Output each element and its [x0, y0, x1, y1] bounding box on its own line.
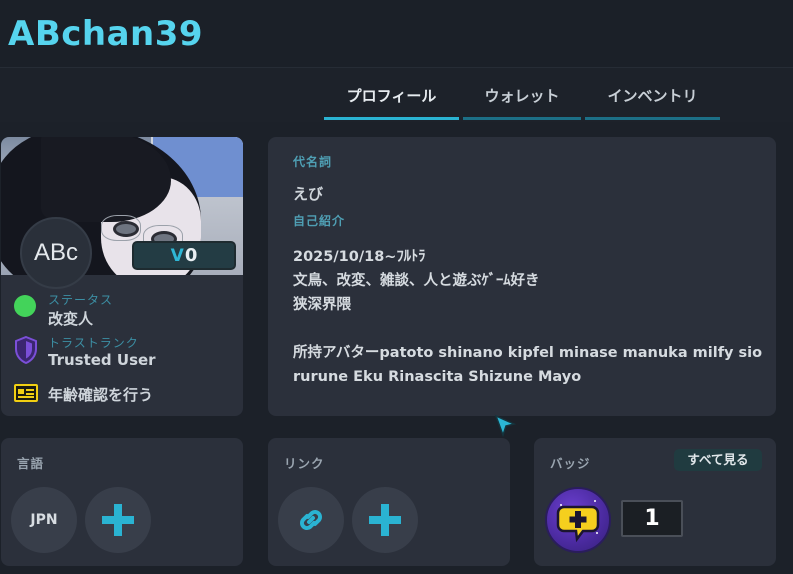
status-value: 改変人 [48, 310, 94, 328]
chat-plus-badge-icon[interactable] [545, 487, 611, 553]
languages-card: 言語 JPN [1, 438, 243, 566]
trust-value: Trusted User [48, 351, 156, 369]
shield-icon [15, 336, 37, 364]
plus-icon [102, 504, 134, 536]
badges-title: バッジ [550, 457, 591, 471]
tab-wallet[interactable]: ウォレット [463, 68, 581, 122]
pronoun-value: えび [293, 185, 324, 203]
status-text-block: ステータス 改変人 [48, 291, 113, 329]
language-chip-label: JPN [30, 512, 58, 528]
tab-inventory-underline [585, 117, 720, 120]
chain-link-icon [300, 510, 322, 530]
portrait-fringe [41, 137, 171, 222]
pronoun-label: 代名詞 [293, 155, 333, 169]
tab-wallet-underline [463, 117, 581, 120]
languages-title: 言語 [17, 457, 45, 471]
intro-text: 2025/10/18~ﾌﾙﾄﾗ 文鳥、改変、雑談、人と遊ぶｹﾞｰﾑ好き 狭深界隈… [293, 249, 763, 385]
speech-bubble-plus-icon [556, 500, 600, 543]
tab-inventory-label: インベントリ [607, 87, 698, 105]
tab-inventory[interactable]: インベントリ [585, 68, 720, 122]
intro-label: 自己紹介 [293, 214, 346, 228]
badge-count: 1 [621, 500, 683, 537]
plus-icon [369, 504, 401, 536]
profile-page: ABchan39 プロフィール ウォレット インベントリ ABc V0 ステータ… [0, 0, 793, 574]
tab-profile-label: プロフィール [346, 87, 437, 105]
see-all-badges-button[interactable]: すべて見る [674, 449, 762, 471]
links-title: リンク [284, 457, 325, 471]
tab-bar: プロフィール ウォレット インベントリ [0, 68, 793, 122]
portrait-glasses-left [101, 215, 141, 241]
currency-balance[interactable]: V0 [132, 241, 236, 270]
link-item-button[interactable] [278, 487, 344, 553]
id-card-icon [14, 384, 38, 402]
age-verify-link[interactable]: 年齢確認を行う [48, 384, 153, 405]
bio-card: 代名詞 えび 自己紹介 2025/10/18~ﾌﾙﾄﾗ 文鳥、改変、雑談、人と遊… [268, 137, 776, 416]
currency-v-icon: V [170, 246, 184, 266]
profile-header: ABchan39 [0, 0, 793, 68]
add-language-button[interactable] [85, 487, 151, 553]
badges-card: バッジ すべて見る 1 [534, 438, 776, 566]
tab-wallet-label: ウォレット [484, 87, 560, 105]
links-card: リンク [268, 438, 510, 566]
username: ABchan39 [8, 14, 204, 54]
language-chip-jpn[interactable]: JPN [11, 487, 77, 553]
tab-profile-underline [324, 117, 459, 120]
balance-value: 0 [184, 245, 198, 266]
avatar-initials[interactable]: ABc [20, 217, 92, 289]
trust-label: トラストランク [48, 336, 139, 350]
status-label: ステータス [48, 293, 114, 307]
pointer-cursor-icon [494, 414, 516, 438]
trust-text-block: トラストランク Trusted User [48, 334, 156, 369]
status-online-icon [14, 295, 36, 317]
tab-profile[interactable]: プロフィール [324, 68, 459, 122]
avatar-card: ABc V0 ステータス 改変人 トラストランク Trusted User 年齢… [1, 137, 243, 416]
add-link-button[interactable] [352, 487, 418, 553]
